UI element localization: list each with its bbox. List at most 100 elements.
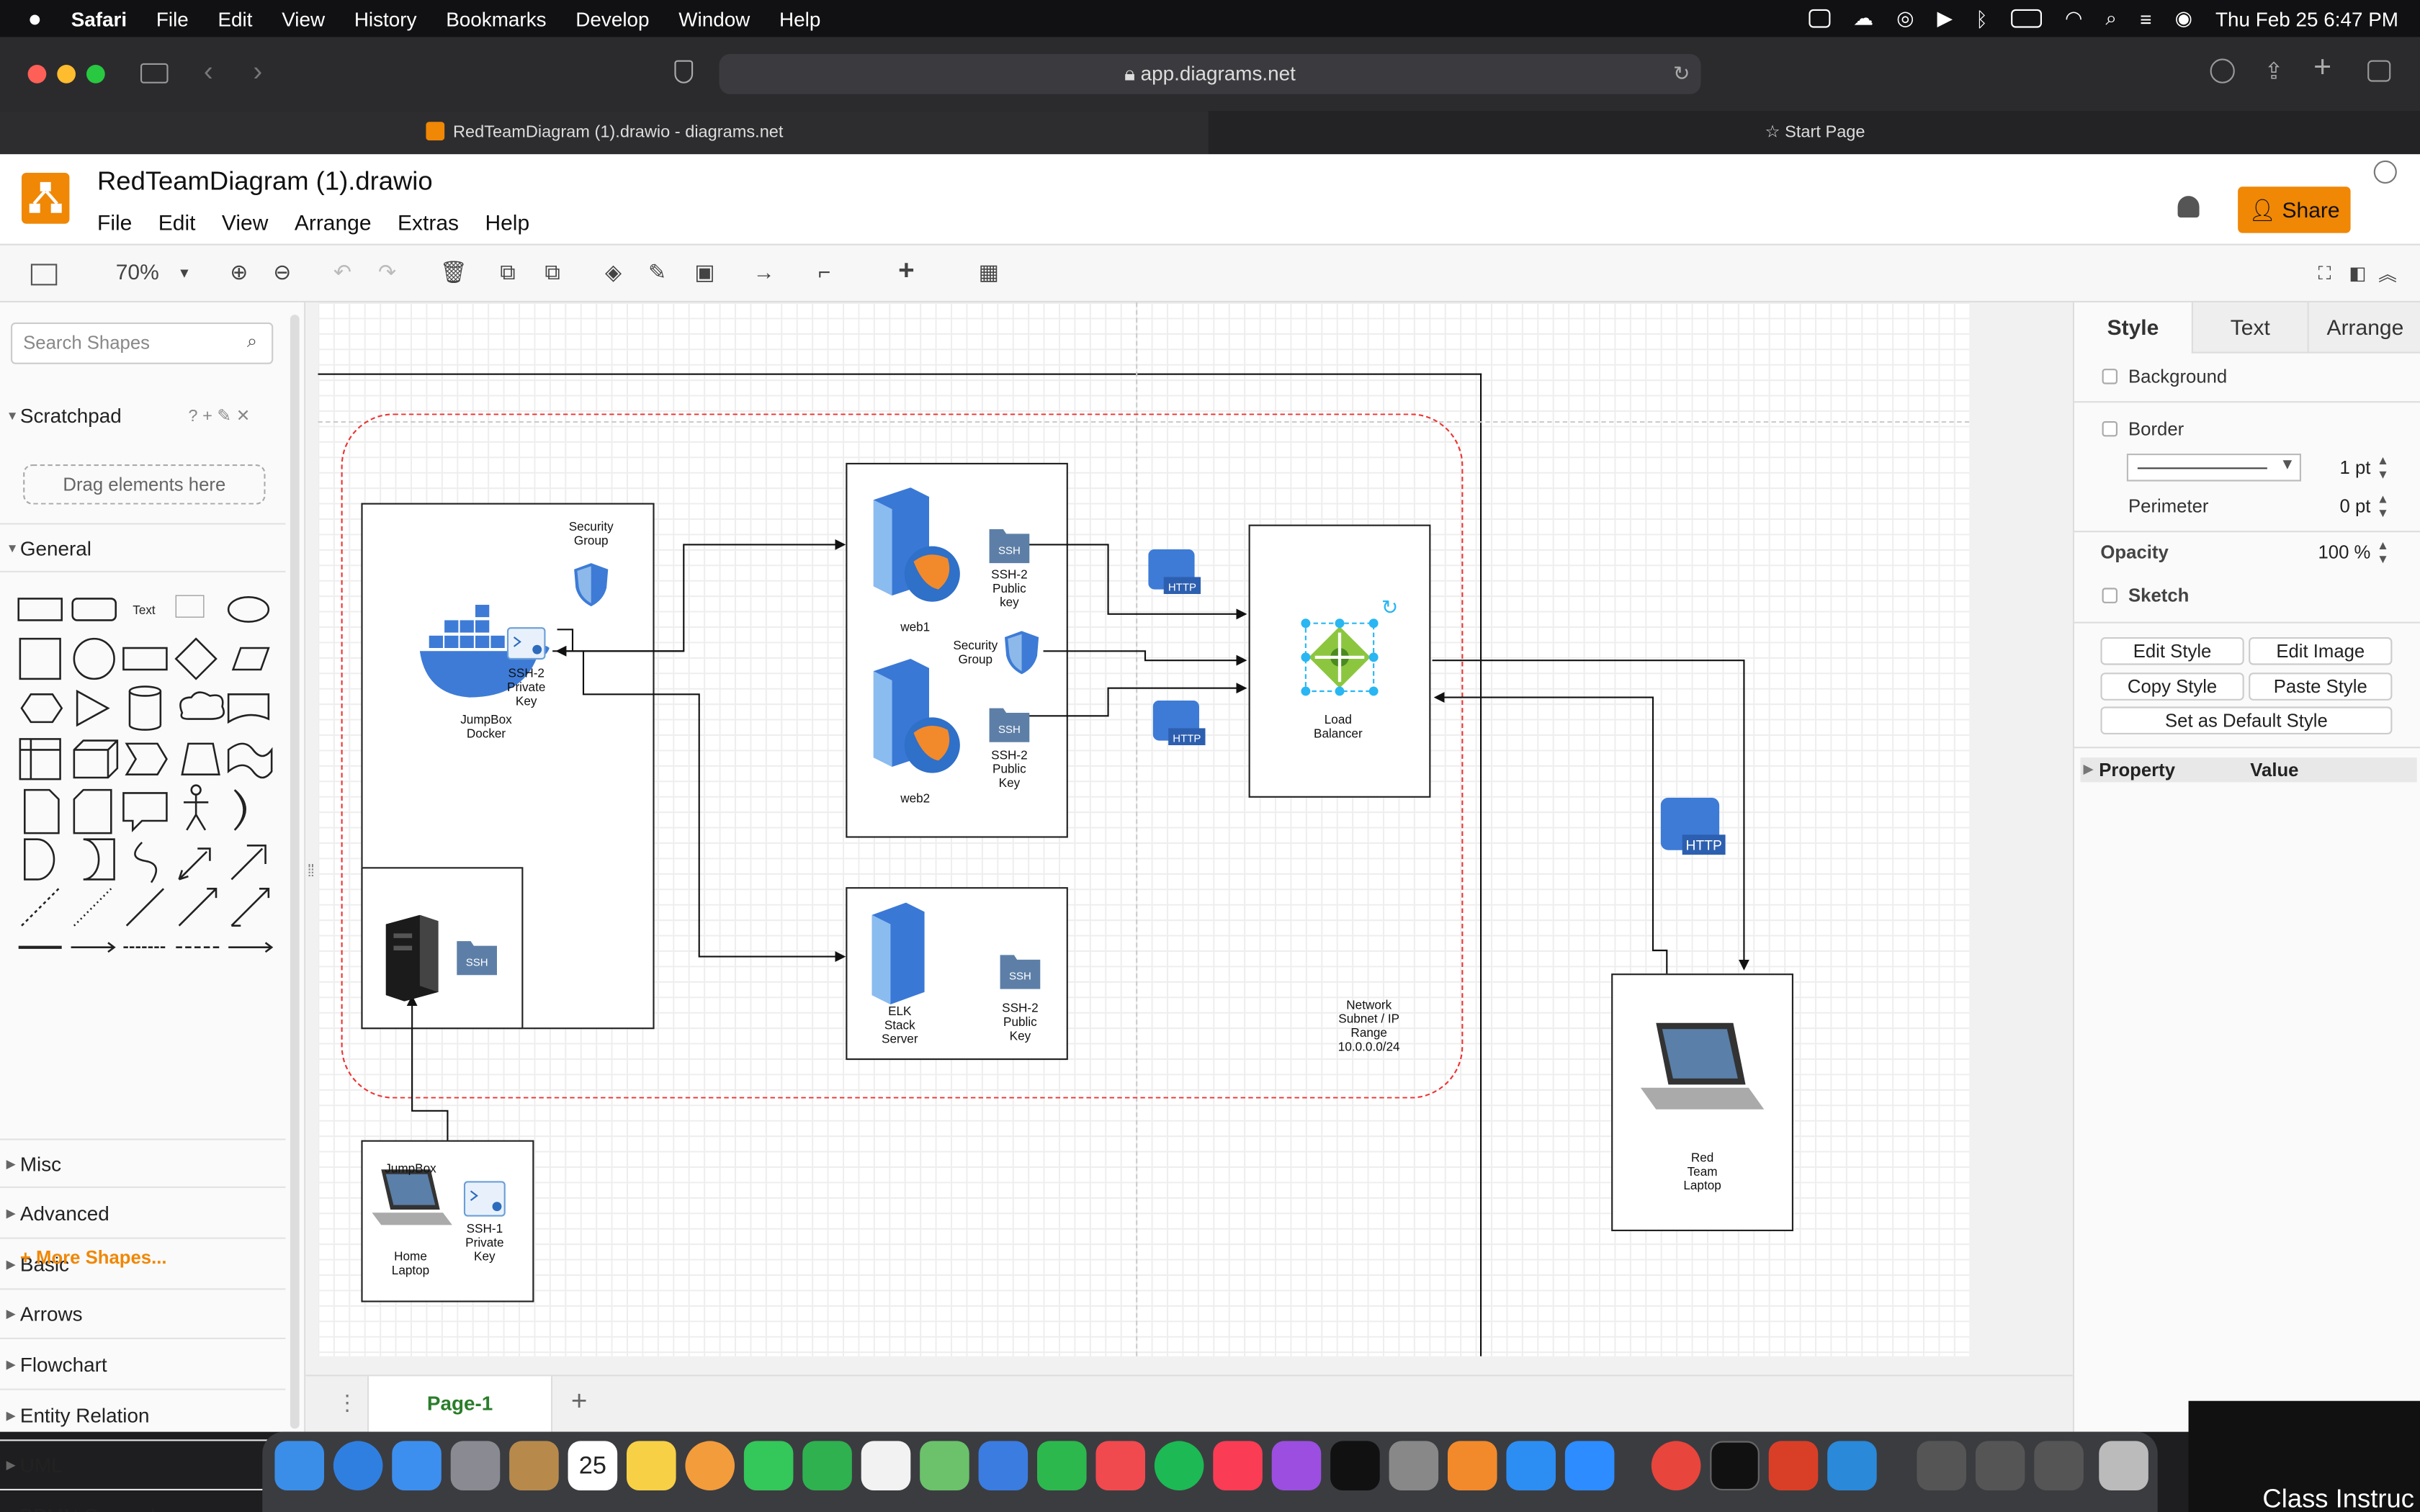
clock[interactable]: Thu Feb 25 6:47 PM <box>2215 7 2398 30</box>
tab-start-page[interactable]: ☆ Start Page <box>1210 111 2420 154</box>
to-back-icon[interactable]: ⧉ <box>544 259 560 285</box>
zoom-in-icon[interactable]: ⊕ <box>230 259 248 285</box>
ssh-folder-icon[interactable]: SSH <box>455 937 498 977</box>
section-uml[interactable]: ▶ UML <box>0 1441 286 1490</box>
siri-icon[interactable]: ◉ <box>2175 6 2192 31</box>
share-icon[interactable]: ⇪ <box>2264 57 2284 84</box>
freeform-icon[interactable] <box>861 1441 911 1490</box>
terminal-icon[interactable] <box>1710 1441 1760 1490</box>
rotate-handle-icon[interactable]: ↻ <box>1381 595 1398 620</box>
background-checkbox[interactable] <box>2102 369 2118 384</box>
tab-style[interactable]: Style <box>2074 302 2192 354</box>
maps-icon[interactable] <box>920 1441 969 1490</box>
panel-resize-handle[interactable] <box>308 864 313 877</box>
spotlight-icon[interactable]: ⌕ <box>2105 6 2117 31</box>
minimize-window-button[interactable] <box>57 65 76 84</box>
paste-style-button[interactable]: Paste Style <box>2249 672 2393 701</box>
messages-icon[interactable] <box>743 1441 794 1490</box>
app-menu-arrange[interactable]: Arrange <box>295 210 372 234</box>
contacts-icon[interactable] <box>509 1441 559 1490</box>
home-laptop-icon[interactable] <box>369 1166 455 1234</box>
search-icon[interactable]: ⌕ <box>247 330 257 354</box>
chrome-icon[interactable] <box>1651 1441 1701 1490</box>
reload-icon[interactable]: ↻ <box>1673 54 1690 94</box>
scratchpad-tools[interactable]: ? + ✎ ✕ <box>188 392 250 441</box>
chevron-down-icon[interactable]: ▼ <box>177 266 191 281</box>
numbers-icon[interactable] <box>1037 1441 1087 1490</box>
document-title[interactable]: RedTeamDiagram (1).drawio <box>97 166 433 197</box>
finder-icon[interactable] <box>274 1441 324 1490</box>
app-menu-file[interactable]: File <box>97 210 132 234</box>
left-scrollbar[interactable] <box>290 315 300 1429</box>
notes-icon[interactable] <box>627 1441 676 1490</box>
insert-icon[interactable]: + <box>898 255 915 287</box>
window-preview-icon[interactable] <box>1917 1441 1966 1490</box>
stepper-icon[interactable]: ▲ ▼ <box>2377 539 2389 567</box>
forward-icon[interactable]: › <box>253 55 262 88</box>
tab-diagrams[interactable]: RedTeamDiagram (1).drawio - diagrams.net <box>0 111 1209 155</box>
language-globe-icon[interactable] <box>2373 160 2397 184</box>
overlay-window[interactable]: Class Instruc <box>2188 1400 2420 1512</box>
screen-record-icon[interactable] <box>1808 9 1830 28</box>
fill-color-icon[interactable]: ◈ <box>605 259 622 285</box>
ssh1-key-icon[interactable] <box>463 1180 506 1217</box>
keynote-icon[interactable] <box>978 1441 1028 1490</box>
tab-text[interactable]: Text <box>2191 302 2308 354</box>
table-icon[interactable]: ▦ <box>979 259 999 285</box>
border-width-input[interactable]: 1 pt <box>2305 454 2375 482</box>
collapse-icon[interactable]: ︽ <box>2378 261 2397 287</box>
pages-menu-icon[interactable]: ⋮ <box>336 1390 358 1416</box>
redo-icon[interactable]: ↷ <box>378 259 396 285</box>
perimeter-input[interactable]: 0 pt <box>2305 492 2375 521</box>
menu-safari[interactable]: Safari <box>71 7 127 30</box>
app-icon[interactable]: ◎ <box>1896 6 1914 31</box>
red-team-laptop-icon[interactable] <box>1638 1020 1767 1121</box>
creative-cloud-icon[interactable]: ☁ <box>1853 6 1873 31</box>
http-badge-icon[interactable]: HTTP <box>1148 549 1201 595</box>
zoom-select[interactable]: 70% <box>116 259 159 284</box>
safari-icon[interactable] <box>333 1441 383 1490</box>
load-balancer-icon[interactable] <box>1294 611 1386 704</box>
scratchpad-dropzone[interactable]: Drag elements here <box>23 464 266 505</box>
control-center-icon[interactable]: ≡ <box>2140 7 2151 30</box>
jumpbox-server-icon[interactable] <box>380 914 444 1002</box>
play-icon[interactable]: ▶ <box>1937 6 1953 31</box>
back-icon[interactable]: ‹ <box>204 55 213 88</box>
notification-bell-icon[interactable] <box>2177 196 2200 218</box>
undo-icon[interactable]: ↶ <box>333 259 351 285</box>
elk-server-icon[interactable] <box>869 902 931 1004</box>
zoom-out-icon[interactable]: ⊖ <box>273 259 291 285</box>
private-key-icon[interactable] <box>506 626 547 660</box>
section-bpmn[interactable]: ▶ BPMN General <box>0 1492 285 1512</box>
app-menu-help[interactable]: Help <box>485 210 529 234</box>
window-preview-icon[interactable] <box>2034 1441 2084 1490</box>
more-shapes-button[interactable]: + More Shapes... <box>20 1246 167 1268</box>
menu-edit[interactable]: Edit <box>218 7 252 30</box>
search-shapes-input[interactable]: Search Shapes <box>11 322 274 364</box>
format-panel-icon[interactable] <box>30 264 58 286</box>
delete-icon[interactable]: 🗑︎ <box>440 259 467 285</box>
bluetooth-icon[interactable]: ᛒ <box>1976 7 1988 30</box>
section-advanced[interactable]: ▶ Advanced <box>0 1189 286 1239</box>
launchpad-icon[interactable] <box>450 1441 501 1490</box>
http-badge-icon[interactable]: HTTP <box>1152 700 1206 747</box>
connection-icon[interactable]: → <box>753 259 775 284</box>
trash-icon[interactable] <box>2099 1441 2148 1490</box>
edit-style-button[interactable]: Edit Style <box>2100 637 2244 665</box>
app-store-icon[interactable] <box>1506 1441 1556 1490</box>
add-page-icon[interactable]: + <box>571 1385 588 1418</box>
music-icon[interactable] <box>1213 1441 1263 1490</box>
fullscreen-icon[interactable]: ⛶ <box>2318 262 2331 285</box>
section-entity-relation[interactable]: ▶ Entity Relation <box>0 1392 286 1441</box>
line-color-icon[interactable]: ✎ <box>648 259 666 285</box>
zoom-icon[interactable] <box>1564 1441 1615 1490</box>
opacity-input[interactable]: 100 % <box>2305 539 2375 567</box>
app-menu-edit[interactable]: Edit <box>158 210 196 234</box>
facetime-icon[interactable] <box>802 1441 852 1490</box>
menu-view[interactable]: View <box>282 7 325 30</box>
books-icon[interactable] <box>1447 1441 1497 1490</box>
privacy-shield-icon[interactable] <box>674 60 694 84</box>
shadow-icon[interactable]: ▣ <box>694 259 714 285</box>
expand-arrow-icon[interactable]: ▶ <box>2084 757 2093 782</box>
ssh-folder-icon[interactable]: SSH <box>987 703 1031 744</box>
